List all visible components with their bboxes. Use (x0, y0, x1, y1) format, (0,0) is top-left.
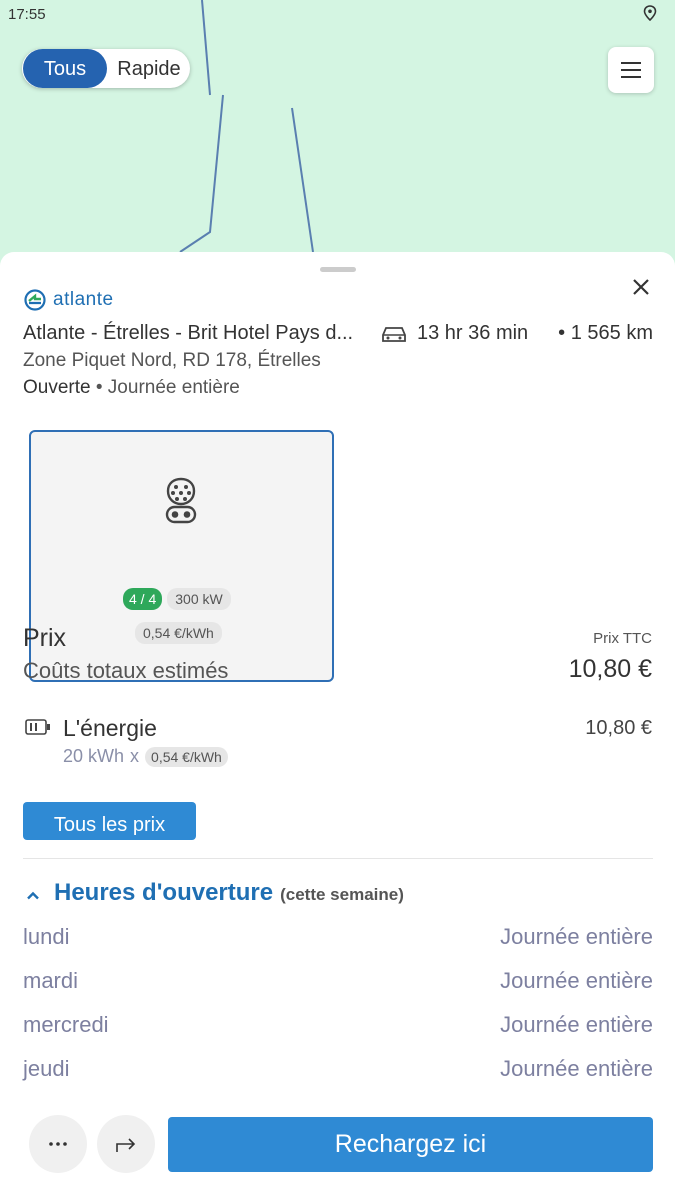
travel-duration: 13 hr 36 min (417, 322, 529, 344)
location-icon (643, 5, 657, 21)
brand-logo: atlante (23, 287, 114, 313)
hours-value: Journée entière (500, 1056, 653, 1081)
estimated-cost-label: Coûts totaux estimés (23, 658, 229, 683)
travel-distance: • 1 565 km (558, 322, 653, 344)
hours-day: jeudi (23, 1056, 70, 1081)
status-time: 17:55 (8, 6, 46, 23)
energy-calculation: 20 kWh x 0,54 €/kWh (63, 746, 228, 767)
connector-badges: 4 / 4 300 kW (123, 588, 231, 610)
battery-icon (25, 719, 50, 735)
hours-value: Journée entière (500, 924, 653, 949)
hours-value: Journée entière (500, 968, 653, 993)
chevron-up-icon (27, 891, 39, 900)
menu-icon (621, 62, 641, 78)
energy-rate: 0,54 €/kWh (145, 746, 228, 767)
filter-all-option[interactable]: Tous (23, 49, 107, 88)
open-status-line: Ouverte • Journée entière (23, 377, 240, 399)
car-icon (382, 327, 406, 342)
station-name: Atlante - Étrelles - Brit Hotel Pays d..… (23, 322, 354, 344)
plug-icon (165, 477, 197, 524)
energy-quantity: 20 kWh (63, 746, 125, 766)
share-icon (116, 1138, 136, 1152)
opening-hours-title: Heures d'ouverture (54, 879, 274, 906)
hours-day: lundi (23, 924, 70, 949)
station-sheet: atlante Atlante - Étrelles - Brit Hotel … (0, 252, 675, 1200)
more-button[interactable] (29, 1115, 87, 1173)
energy-label: L'énergie (63, 715, 157, 741)
rate-badge: 0,54 €/kWh (135, 622, 222, 644)
share-button[interactable] (97, 1115, 155, 1173)
hours-value: Journée entière (500, 1012, 653, 1037)
opening-hours-header[interactable]: Heures d'ouverture (cette semaine) (26, 879, 404, 907)
power-badge: 300 kW (167, 588, 231, 610)
connector-filter-toggle[interactable]: Tous Rapide (22, 49, 190, 88)
opening-hours-subtitle: (cette semaine) (280, 885, 404, 904)
map-view[interactable] (0, 0, 675, 270)
filter-fast-option[interactable]: Rapide (108, 49, 190, 88)
station-title-row: Atlante - Étrelles - Brit Hotel Pays d..… (23, 322, 653, 348)
energy-multiply: x (130, 746, 140, 766)
charge-here-button[interactable]: Rechargez ici (168, 1117, 653, 1172)
estimated-cost-value: 10,80 € (568, 655, 652, 683)
sheet-drag-handle[interactable] (320, 267, 356, 272)
open-status: Ouverte (23, 377, 91, 398)
menu-button[interactable] (608, 47, 654, 93)
atlante-logo-icon (24, 289, 46, 311)
energy-value: 10,80 € (585, 717, 652, 739)
price-tax-note: Prix TTC (593, 630, 652, 647)
brand-name: atlante (53, 289, 114, 310)
availability-badge: 4 / 4 (123, 588, 163, 610)
more-icon (49, 1142, 67, 1146)
connector-card[interactable]: 4 / 4 300 kW 0,54 €/kWh (29, 430, 334, 682)
price-section-title: Prix (23, 624, 67, 652)
hours-day: mardi (23, 968, 79, 993)
map-roads (179, 0, 314, 253)
section-divider (23, 858, 653, 859)
close-icon[interactable] (630, 276, 652, 298)
hours-day: mercredi (23, 1012, 109, 1037)
all-prices-button[interactable]: Tous les prix (23, 802, 196, 840)
station-address: Zone Piquet Nord, RD 178, Étrelles (23, 350, 321, 371)
open-status-detail: • Journée entière (95, 377, 240, 398)
